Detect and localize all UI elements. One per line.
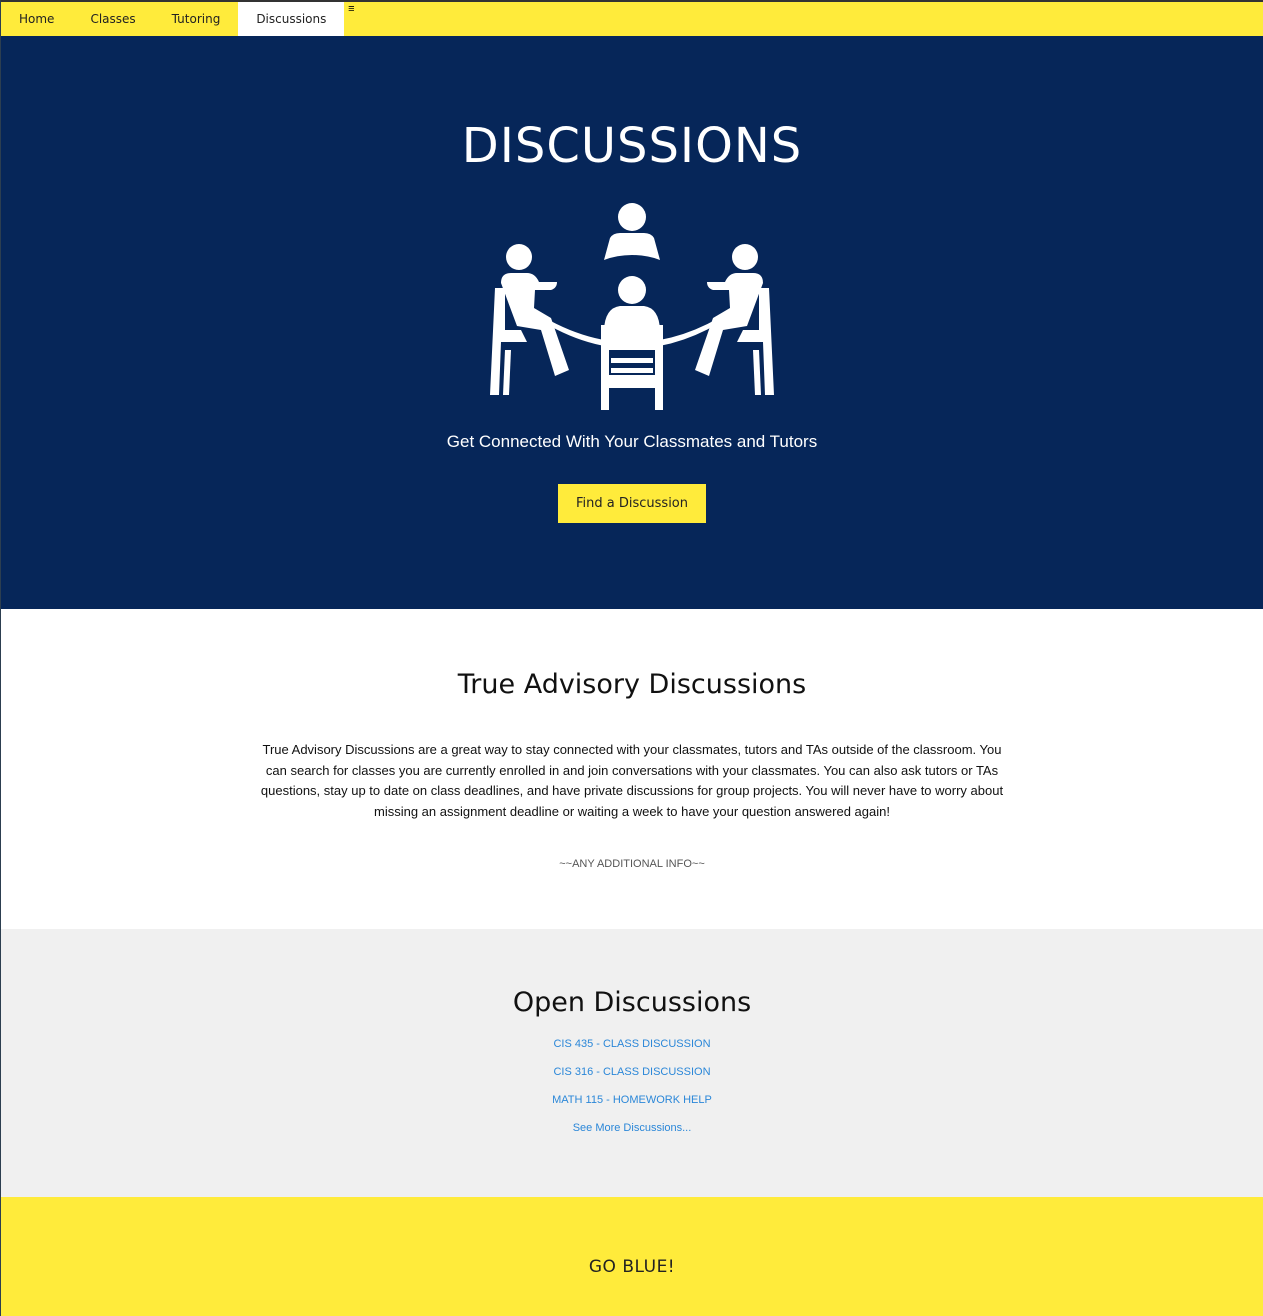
see-more-discussions-link[interactable]: See More Discussions...	[573, 1122, 692, 1134]
hero-tagline: Get Connected With Your Classmates and T…	[446, 432, 818, 451]
nav-classes[interactable]: Classes	[72, 2, 153, 36]
discussion-link-cis-435[interactable]: CIS 435 - CLASS DISCUSSION	[553, 1038, 710, 1050]
open-discussions-section: Open Discussions CIS 435 - CLASS DISCUSS…	[1, 929, 1263, 1197]
page-title: DISCUSSIONS	[461, 118, 803, 174]
hero-section: DISCUSSIONS Get Connected With Your Clas…	[1, 36, 1263, 609]
nav-home[interactable]: Home	[1, 2, 72, 36]
find-discussion-button[interactable]: Find a Discussion	[558, 484, 706, 523]
discussion-list: CIS 435 - CLASS DISCUSSION CIS 316 - CLA…	[1, 1034, 1263, 1146]
open-discussions-heading: Open Discussions	[512, 987, 752, 1018]
top-nav: Home Classes Tutoring Discussions ≡	[1, 0, 1263, 36]
list-item: MATH 115 - HOMEWORK HELP	[1, 1090, 1263, 1118]
additional-info-text: ~~ANY ADDITIONAL INFO~~	[559, 858, 705, 870]
nav-tutoring[interactable]: Tutoring	[154, 2, 239, 36]
hamburger-menu-icon[interactable]: ≡	[344, 2, 358, 36]
footer-slogan: GO BLUE!	[588, 1257, 676, 1277]
page: Home Classes Tutoring Discussions ≡ DISC…	[0, 0, 1263, 1316]
about-heading: True Advisory Discussions	[457, 669, 807, 700]
list-item: See More Discussions...	[1, 1118, 1263, 1146]
list-item: CIS 435 - CLASS DISCUSSION	[1, 1034, 1263, 1062]
nav-discussions[interactable]: Discussions	[238, 2, 345, 36]
discussion-link-cis-316[interactable]: CIS 316 - CLASS DISCUSSION	[553, 1066, 710, 1078]
people-around-table-icon	[490, 203, 774, 410]
about-description: True Advisory Discussions are a great wa…	[260, 742, 1004, 819]
discussion-link-math-115[interactable]: MATH 115 - HOMEWORK HELP	[552, 1094, 712, 1106]
about-section: True Advisory Discussions True Advisory …	[1, 609, 1263, 929]
footer: GO BLUE!	[1, 1197, 1263, 1316]
list-item: CIS 316 - CLASS DISCUSSION	[1, 1062, 1263, 1090]
